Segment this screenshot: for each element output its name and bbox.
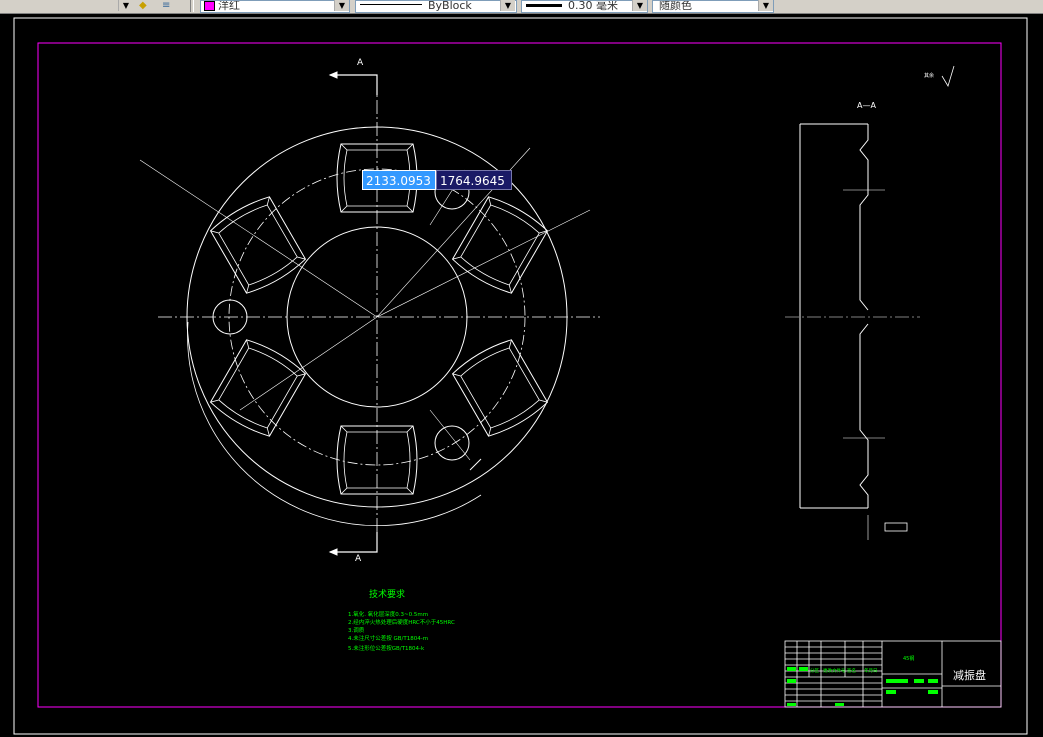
layer-stack-icon[interactable]: ≡ bbox=[162, 0, 176, 11]
lineweight-value: 0.30 毫米 bbox=[568, 0, 618, 12]
plotstyle-select[interactable]: 随颜色 bbox=[652, 0, 774, 13]
lineweight-select[interactable]: 0.30 毫米 bbox=[521, 0, 648, 13]
dynamic-input-y[interactable]: 1764.9645 bbox=[436, 170, 512, 190]
linetype-dropdown-arrow[interactable]: ▼ bbox=[500, 0, 515, 11]
cad-drawing: A A A—A 其余 技术要求 1.氧化. 氧化层深度0.3~0.5mm 2.经… bbox=[13, 17, 1028, 735]
tech-requirements: 技术要求 1.氧化. 氧化层深度0.3~0.5mm 2.经内淬火热处理后硬度HR… bbox=[348, 588, 455, 652]
plotstyle-value: 随颜色 bbox=[659, 0, 692, 12]
tech-item: 1.氧化. 氧化层深度0.3~0.5mm bbox=[348, 610, 428, 618]
tech-item: 3.调质 bbox=[348, 626, 365, 634]
title-row-label: 签名 bbox=[847, 667, 856, 674]
tech-item: 4.未注尺寸公差按 GB/T1804-m bbox=[348, 634, 428, 642]
tech-item: 5.未注形位公差按GB/T1804-k bbox=[348, 644, 425, 652]
linetype-value: ByBlock bbox=[428, 0, 472, 12]
linetype-select[interactable]: ByBlock bbox=[355, 0, 517, 13]
sheet-outline bbox=[13, 17, 1028, 735]
section-view bbox=[785, 65, 955, 540]
plotstyle-dropdown-arrow[interactable]: ▼ bbox=[758, 0, 773, 11]
section-mark-bottom: A bbox=[355, 554, 362, 564]
drawing-frame bbox=[37, 42, 1002, 708]
roughness-note: 其余 bbox=[924, 72, 934, 79]
toolbar-separator bbox=[190, 0, 194, 12]
tech-item: 2.经内淬火热处理后硬度HRC不小于45HRC bbox=[348, 618, 455, 626]
color-value: 洋红 bbox=[218, 0, 240, 12]
layer-dropdown-arrow[interactable]: ▼ bbox=[118, 0, 133, 11]
front-view bbox=[139, 71, 600, 556]
dynamic-input-x[interactable]: 2133.0953 bbox=[362, 170, 436, 190]
properties-toolbar: ▼ ◆ ≡ 洋红 ▼ ByBlock ▼ 0.30 毫米 ▼ 随颜色 ▼ bbox=[0, 0, 1043, 14]
title-row-label: 年月日 bbox=[864, 667, 878, 674]
drawing-canvas[interactable]: A A A—A 其余 技术要求 1.氧化. 氧化层深度0.3~0.5mm 2.经… bbox=[0, 14, 1043, 737]
title-row-label: 分区 bbox=[810, 667, 819, 674]
scale-label: 1:1 bbox=[929, 690, 936, 696]
linetype-preview-icon bbox=[360, 4, 422, 5]
title-row-label: 更改文件号 bbox=[823, 667, 846, 674]
lineweight-preview-icon bbox=[526, 3, 562, 7]
section-mark-top: A bbox=[357, 58, 364, 68]
tech-title: 技术要求 bbox=[369, 588, 405, 600]
color-swatch-icon bbox=[204, 1, 215, 11]
section-view-title: A—A bbox=[857, 101, 876, 110]
part-name: 减振盘 bbox=[953, 668, 986, 682]
material-label: 45钢 bbox=[903, 655, 914, 662]
color-dropdown-arrow[interactable]: ▼ bbox=[334, 0, 349, 11]
color-select[interactable]: 洋红 bbox=[200, 0, 350, 13]
lineweight-dropdown-arrow[interactable]: ▼ bbox=[632, 0, 647, 11]
layer-state-icon[interactable]: ◆ bbox=[139, 0, 153, 11]
